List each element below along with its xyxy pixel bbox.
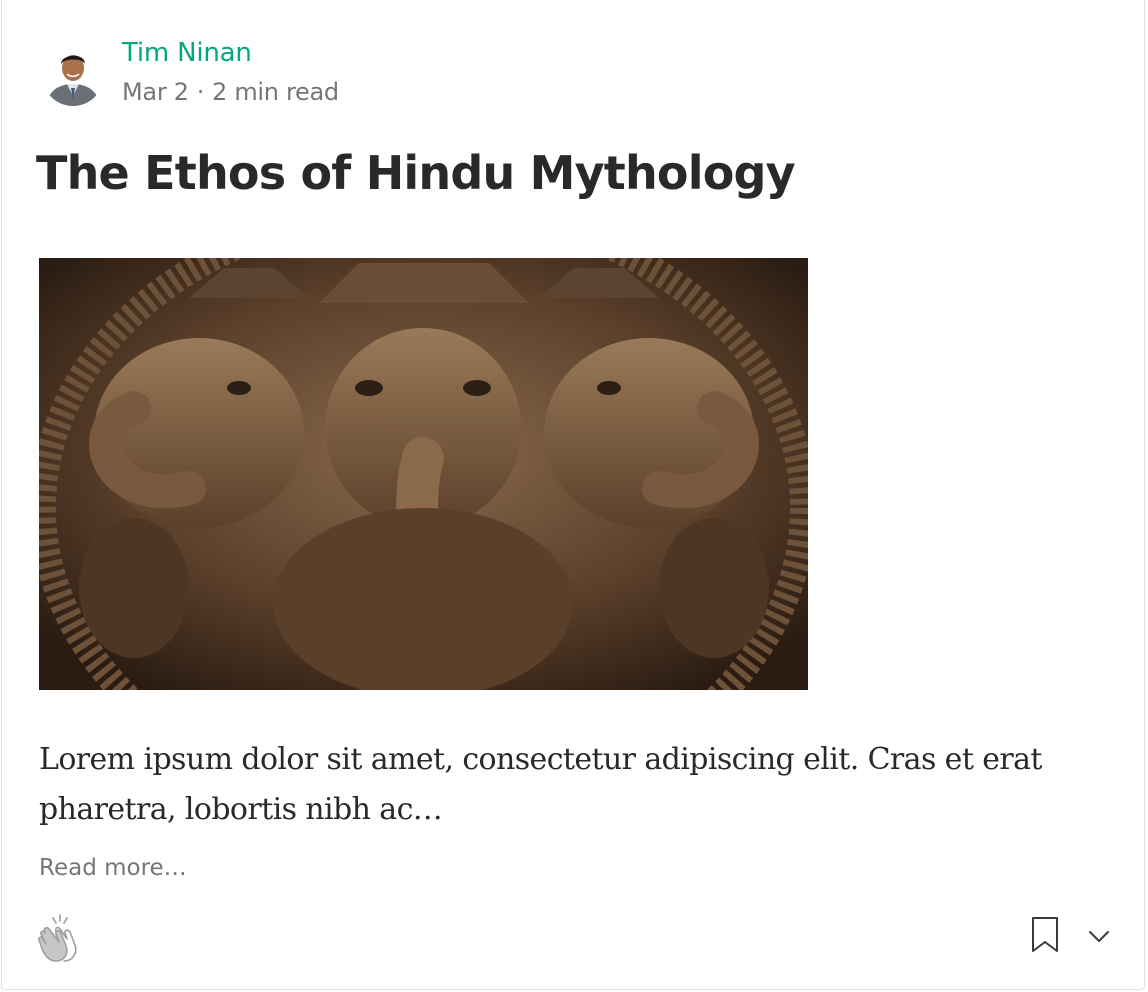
- hero-image-art: [39, 258, 808, 690]
- author-avatar[interactable]: [42, 44, 104, 106]
- clap-icon: [38, 914, 77, 962]
- meta-separator: ·: [196, 78, 205, 106]
- read-time: 2 min read: [212, 78, 339, 106]
- more-options-button[interactable]: [1084, 922, 1114, 952]
- post-hero-image[interactable]: [39, 258, 808, 690]
- post-meta: Mar 2 · 2 min read: [122, 78, 339, 106]
- post-card: Tim Ninan Mar 2 · 2 min read The Ethos of …: [1, 0, 1145, 990]
- post-excerpt[interactable]: Lorem ipsum dolor sit amet, consectetur …: [39, 735, 1119, 835]
- bookmark-icon: [1032, 917, 1058, 952]
- post-date[interactable]: Mar 2: [122, 78, 189, 106]
- author-name-link[interactable]: Tim Ninan: [122, 38, 252, 68]
- read-more-link[interactable]: Read more…: [39, 855, 187, 881]
- avatar-photo: [42, 44, 104, 106]
- post-title[interactable]: The Ethos of Hindu Mythology: [36, 146, 796, 200]
- chevron-down-icon: [1089, 931, 1109, 942]
- clap-button[interactable]: [36, 912, 86, 964]
- bookmark-button[interactable]: [1028, 915, 1062, 955]
